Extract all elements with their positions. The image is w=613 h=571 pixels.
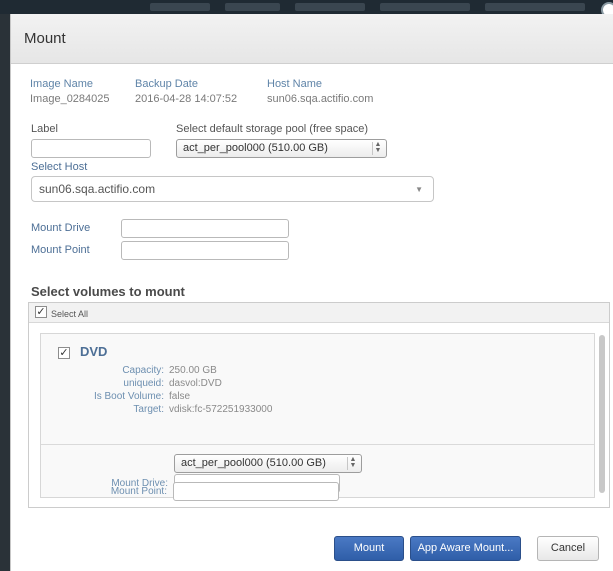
volumes-section-title: Select volumes to mount: [31, 284, 185, 299]
capacity-value: 250.00 GB: [169, 365, 217, 376]
volume-pool-value: act_per_pool000 (510.00 GB): [181, 457, 326, 469]
mount-drive-label: Mount Drive: [31, 222, 91, 234]
target-value: vdisk:fc-572251933000: [169, 404, 273, 415]
stepper-icon: ▲ ▼: [372, 141, 383, 155]
storage-pool-select[interactable]: act_per_pool000 (510.00 GB) ▲ ▼: [176, 139, 387, 158]
image-name-value: Image_0284025: [30, 93, 110, 105]
target-label: Target:: [133, 404, 164, 415]
mount-point-label: Mount Point: [31, 244, 90, 256]
storage-pool-value: act_per_pool000 (510.00 GB): [183, 142, 328, 154]
mount-dialog: Mount Image Name Image_0284025 Backup Da…: [10, 14, 613, 571]
background-toolbar-item: [225, 3, 280, 11]
volume-pool-select[interactable]: act_per_pool000 (510.00 GB) ▲ ▼: [174, 454, 362, 473]
background-toolbar-item: [295, 3, 365, 11]
label-input[interactable]: [31, 139, 151, 158]
volumes-scrollbar[interactable]: [599, 335, 605, 493]
select-host-label: Select Host: [31, 161, 88, 173]
backup-date-label: Backup Date: [135, 78, 198, 90]
mount-button[interactable]: Mount: [334, 536, 404, 561]
background-toolbar-item: [150, 3, 210, 11]
select-all-checkbox[interactable]: ✓: [35, 306, 47, 318]
backup-date-value: 2016-04-28 14:07:52: [135, 93, 238, 105]
storage-pool-label: Select default storage pool (free space): [176, 123, 369, 135]
select-host-dropdown[interactable]: sun06.sqa.actifio.com ▼: [31, 176, 434, 202]
volume-mount-point-label: Mount Point:: [110, 486, 167, 497]
volumes-panel: ✓ Select All ✓ DVD Capacity: 250.00 GB u…: [28, 302, 610, 508]
background-toolbar: [0, 0, 613, 18]
volume-card: ✓ DVD Capacity: 250.00 GB uniqueid: dasv…: [40, 333, 595, 498]
dialog-header: Mount: [11, 14, 613, 64]
app-aware-mount-button[interactable]: App Aware Mount...: [410, 536, 521, 561]
dialog-title: Mount: [24, 30, 66, 47]
uniqueid-value: dasvol:DVD: [169, 378, 222, 389]
select-host-value: sun06.sqa.actifio.com: [39, 182, 156, 196]
divider: [41, 444, 594, 445]
host-name-value: sun06.sqa.actifio.com: [267, 93, 374, 105]
background-toolbar-item: [485, 3, 585, 11]
image-name-label: Image Name: [30, 78, 93, 90]
boot-volume-label: Is Boot Volume:: [93, 391, 164, 402]
stepper-icon: ▲ ▼: [347, 456, 358, 470]
host-name-label: Host Name: [267, 78, 323, 90]
background-panel: [0, 14, 10, 571]
volume-name: DVD: [80, 344, 108, 359]
boot-volume-value: false: [169, 391, 191, 402]
select-all-row: ✓ Select All: [29, 303, 609, 323]
mount-point-input[interactable]: [121, 241, 289, 260]
chevron-down-icon: ▼: [415, 185, 423, 194]
cancel-button[interactable]: Cancel: [537, 536, 599, 561]
volume-mount-point-input[interactable]: [173, 482, 339, 501]
mount-drive-input[interactable]: [121, 219, 289, 238]
label-field-label: Label: [31, 123, 58, 135]
uniqueid-label: uniqueid:: [123, 378, 164, 389]
capacity-label: Capacity:: [122, 365, 164, 376]
background-toolbar-item: [380, 3, 470, 11]
volume-checkbox[interactable]: ✓: [58, 347, 70, 359]
select-all-label: Select All: [51, 309, 89, 319]
